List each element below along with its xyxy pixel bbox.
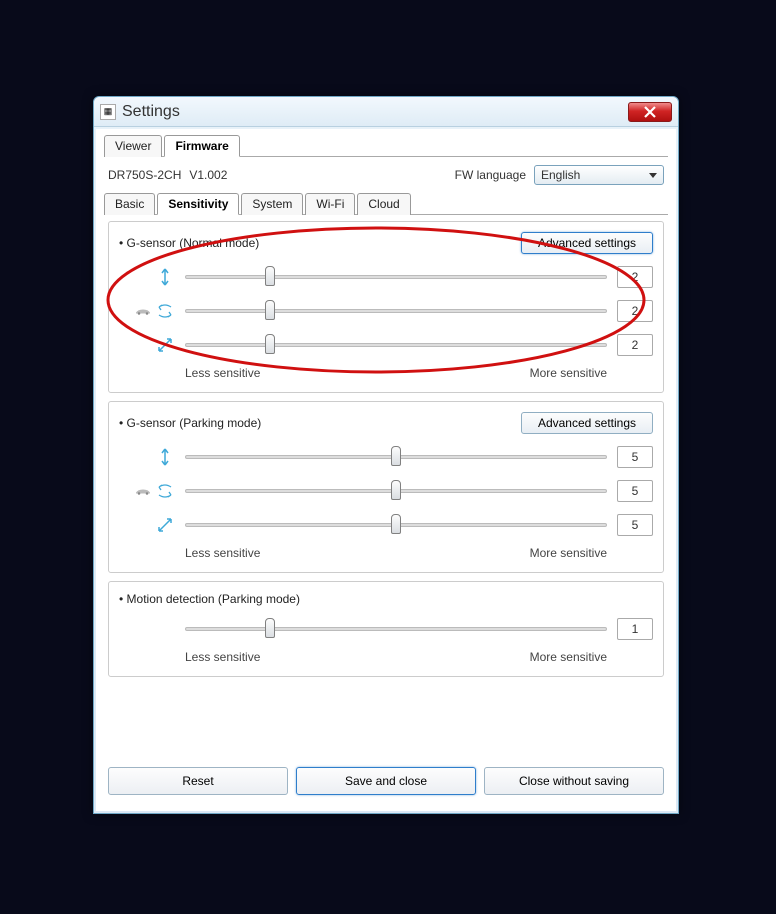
lateral-arrows-icon [155, 481, 175, 501]
save-and-close-button[interactable]: Save and close [296, 767, 476, 795]
sensitivity-scale-labels: Less sensitive More sensitive [185, 650, 607, 664]
less-sensitive-label: Less sensitive [185, 650, 260, 664]
tab-system[interactable]: System [241, 193, 303, 215]
tab-viewer[interactable]: Viewer [104, 135, 162, 157]
tab-basic[interactable]: Basic [104, 193, 155, 215]
slider-track[interactable] [185, 489, 607, 493]
more-sensitive-label: More sensitive [530, 650, 607, 664]
slider-knob[interactable] [265, 266, 275, 286]
car-icon [133, 301, 153, 321]
more-sensitive-label: More sensitive [530, 366, 607, 380]
slider-value: 2 [617, 300, 653, 322]
titlebar: ▦ Settings [94, 97, 678, 127]
diagonal-arrows-icon [155, 515, 175, 535]
sensitivity-panel: • G-sensor (Normal mode) Advanced settin… [104, 215, 668, 677]
settings-window: ▦ Settings Viewer Firmware DR750S-2CH V1… [93, 96, 679, 814]
group-title-parking: • G-sensor (Parking mode) [119, 416, 261, 430]
slider-value: 5 [617, 480, 653, 502]
reset-button[interactable]: Reset [108, 767, 288, 795]
group-motion-detection: • Motion detection (Parking mode) 1 Less… [108, 581, 664, 677]
tab-wifi[interactable]: Wi-Fi [305, 193, 355, 215]
diagonal-arrows-icon [155, 335, 175, 355]
sub-tabs: Basic Sensitivity System Wi-Fi Cloud [104, 193, 668, 215]
group-title-motion: • Motion detection (Parking mode) [119, 592, 300, 606]
slider-track[interactable] [185, 275, 607, 279]
fw-language-value: English [541, 168, 580, 182]
slider-parking-lateral: 5 [119, 474, 653, 508]
slider-track[interactable] [185, 455, 607, 459]
tab-firmware[interactable]: Firmware [164, 135, 239, 157]
close-window-button[interactable] [628, 102, 672, 122]
vertical-arrows-icon [155, 267, 175, 287]
firmware-version: V1.002 [189, 168, 227, 182]
slider-motion: 1 [119, 612, 653, 646]
sensitivity-scale-labels: Less sensitive More sensitive [185, 366, 607, 380]
group-gsensor-normal: • G-sensor (Normal mode) Advanced settin… [108, 221, 664, 393]
advanced-settings-parking-button[interactable]: Advanced settings [521, 412, 653, 434]
vertical-arrows-icon [155, 447, 175, 467]
client-area: Viewer Firmware DR750S-2CH V1.002 FW lan… [96, 129, 676, 811]
slider-value: 5 [617, 446, 653, 468]
fw-language-select[interactable]: English [534, 165, 664, 185]
tab-sensitivity[interactable]: Sensitivity [157, 193, 239, 215]
advanced-settings-normal-button[interactable]: Advanced settings [521, 232, 653, 254]
slider-knob[interactable] [265, 618, 275, 638]
more-sensitive-label: More sensitive [530, 546, 607, 560]
car-icon [133, 481, 153, 501]
group-gsensor-parking: • G-sensor (Parking mode) Advanced setti… [108, 401, 664, 573]
less-sensitive-label: Less sensitive [185, 546, 260, 560]
slider-track[interactable] [185, 523, 607, 527]
footer-buttons: Reset Save and close Close without savin… [104, 757, 668, 801]
tab-cloud[interactable]: Cloud [357, 193, 410, 215]
slider-parking-longitudinal: 5 [119, 508, 653, 542]
app-icon: ▦ [100, 104, 116, 120]
fw-language-label: FW language [455, 168, 526, 182]
slider-knob[interactable] [265, 300, 275, 320]
lateral-arrows-icon [155, 301, 175, 321]
slider-normal-lateral: 2 [119, 294, 653, 328]
slider-knob[interactable] [391, 514, 401, 534]
slider-track[interactable] [185, 309, 607, 313]
chevron-down-icon [649, 173, 657, 178]
slider-value: 1 [617, 618, 653, 640]
close-icon [644, 106, 656, 118]
slider-parking-vertical: 5 [119, 440, 653, 474]
slider-normal-longitudinal: 2 [119, 328, 653, 362]
slider-track[interactable] [185, 627, 607, 631]
slider-value: 5 [617, 514, 653, 536]
group-title-normal: • G-sensor (Normal mode) [119, 236, 259, 250]
firmware-info-bar: DR750S-2CH V1.002 FW language English [104, 157, 668, 193]
slider-value: 2 [617, 266, 653, 288]
less-sensitive-label: Less sensitive [185, 366, 260, 380]
slider-knob[interactable] [391, 446, 401, 466]
window-title: Settings [122, 103, 628, 121]
sensitivity-scale-labels: Less sensitive More sensitive [185, 546, 607, 560]
slider-normal-vertical: 2 [119, 260, 653, 294]
slider-knob[interactable] [391, 480, 401, 500]
top-tabs: Viewer Firmware [104, 135, 668, 157]
close-without-saving-button[interactable]: Close without saving [484, 767, 664, 795]
slider-track[interactable] [185, 343, 607, 347]
device-model: DR750S-2CH [108, 168, 181, 182]
slider-knob[interactable] [265, 334, 275, 354]
slider-value: 2 [617, 334, 653, 356]
